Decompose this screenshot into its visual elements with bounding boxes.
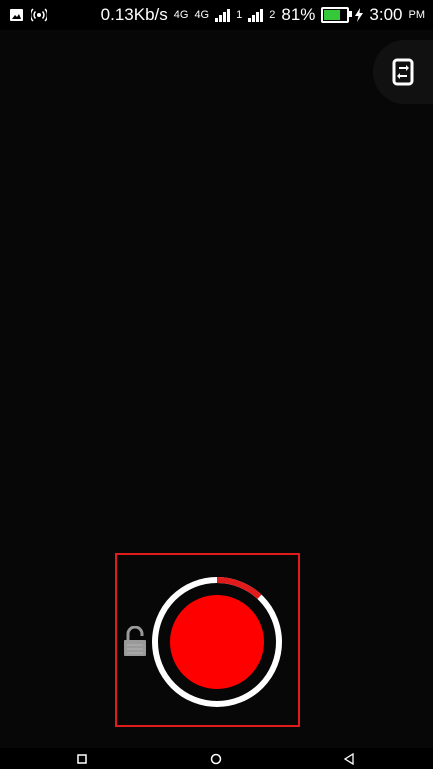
sim-1-label: 1 [236,9,243,21]
back-icon [343,753,354,765]
battery-percent: 81% [281,5,316,24]
clock-ampm: PM [408,9,426,21]
image-icon [10,9,23,21]
camera-switch-button[interactable] [373,40,433,104]
record-control [150,575,284,709]
home-icon [210,753,222,765]
battery-icon [321,7,353,23]
sim-2-label: 2 [269,9,276,21]
record-button[interactable] [170,595,264,689]
network-type-2: 4G [194,9,210,21]
camera-switch-icon [392,58,414,86]
status-left [10,8,47,22]
hotspot-icon [31,8,47,22]
network-speed: 0.13Kb/s [100,5,168,24]
navigation-bar [0,748,433,769]
battery-fill [324,10,341,20]
signal-icon-sim-2 [248,8,264,22]
signal-icon [215,8,231,22]
charging-icon [355,8,364,22]
clock-time: 3:00 [369,5,403,24]
back-button[interactable] [341,751,357,767]
status-right: 0.13Kb/s 4G 4G 1 2 81% 3:00 PM [101,5,425,25]
recents-button[interactable] [74,751,90,767]
unlock-icon[interactable] [122,626,148,658]
home-button[interactable] [208,751,224,767]
status-bar: 0.13Kb/s 4G 4G 1 2 81% 3:00 PM [0,0,433,30]
recents-icon [77,754,87,764]
network-type-1: 4G [173,9,189,21]
